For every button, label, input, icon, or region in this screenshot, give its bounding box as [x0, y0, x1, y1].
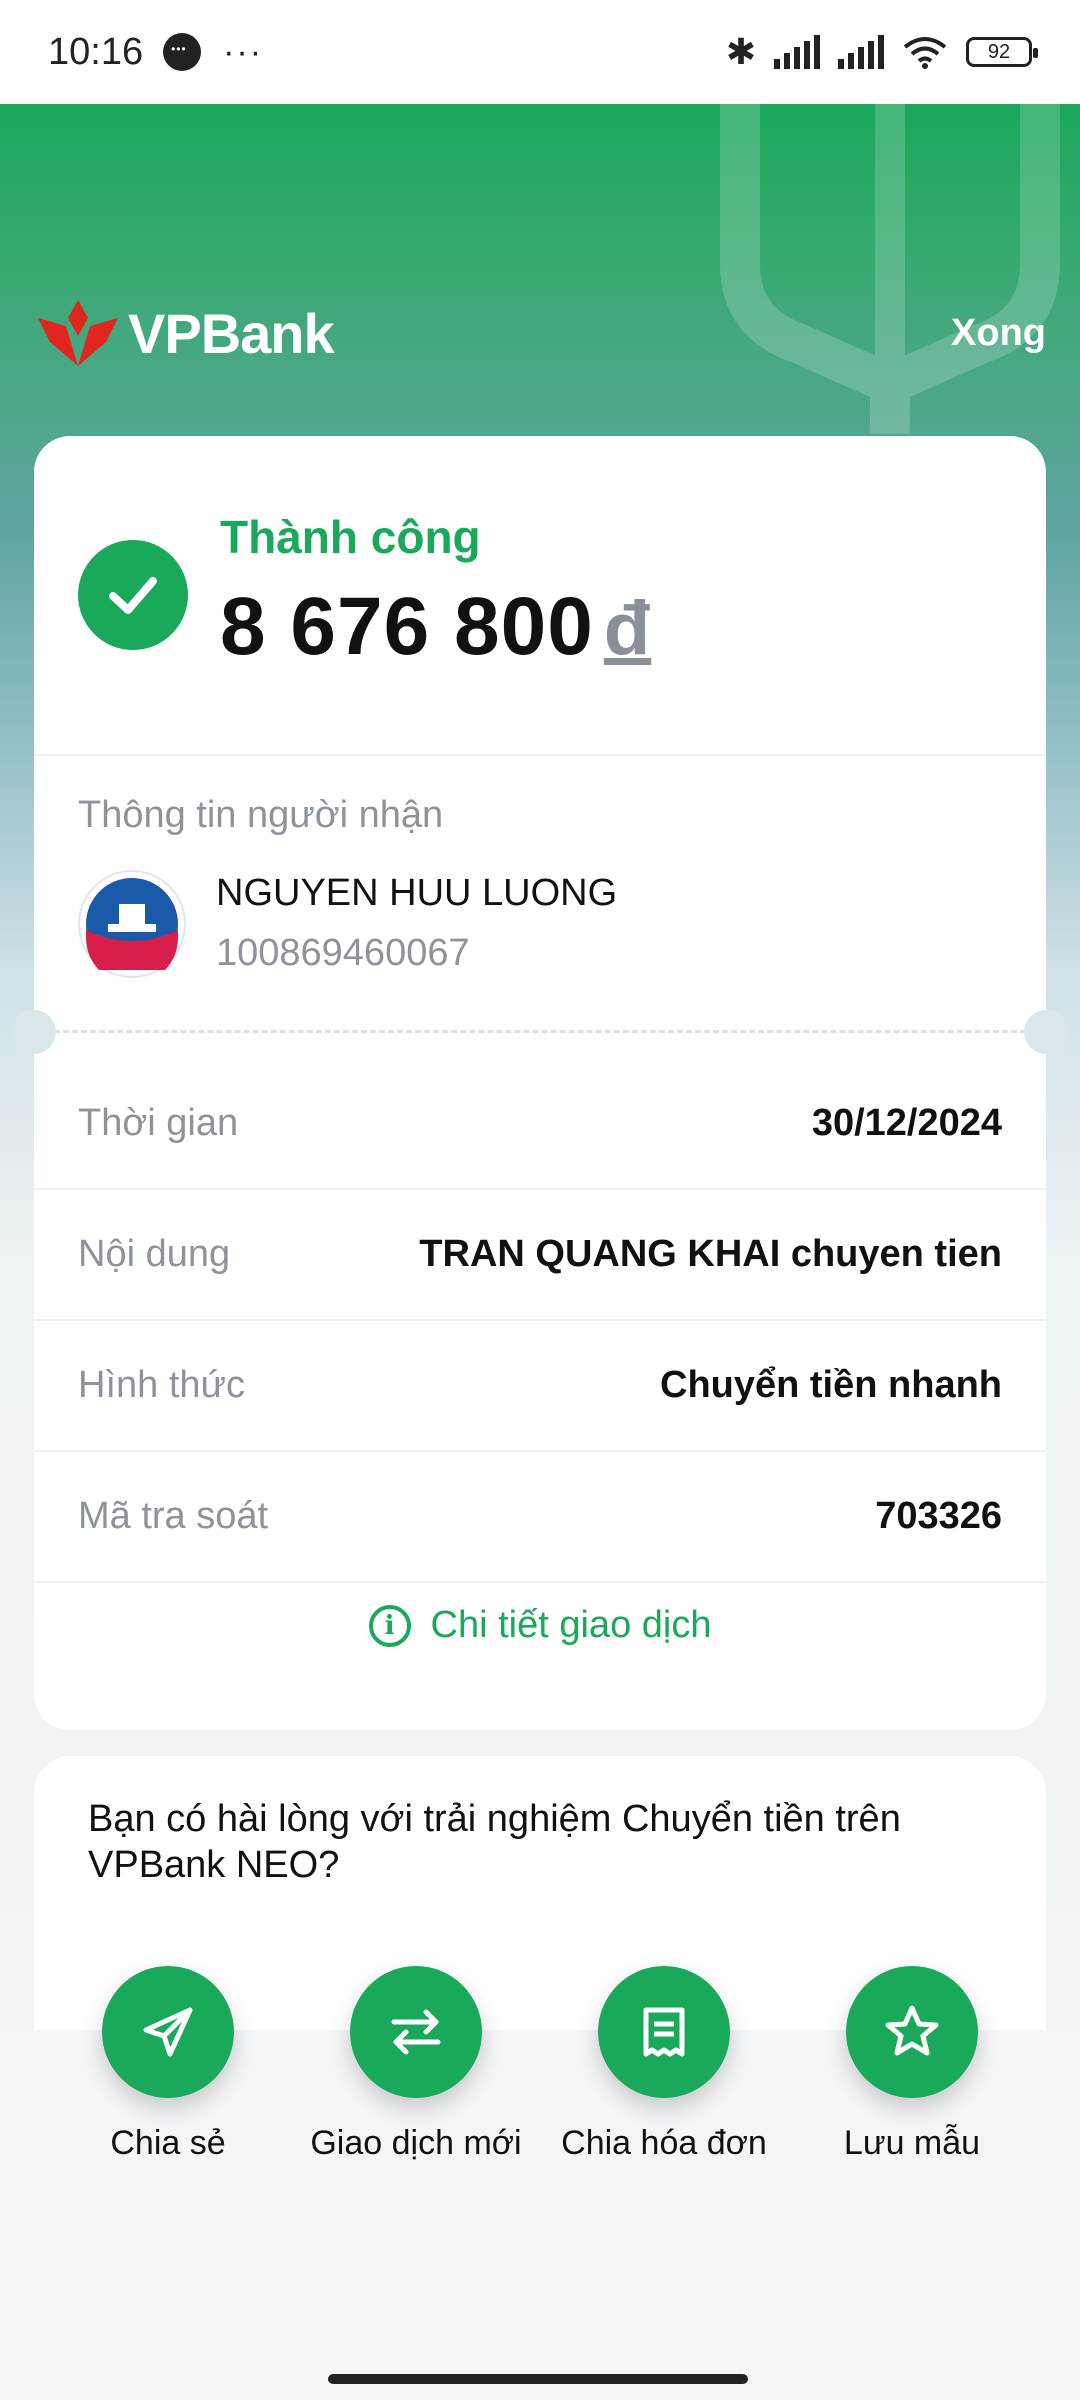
signal-icon: [774, 35, 820, 69]
share-button[interactable]: Chia sẻ: [44, 1966, 292, 2163]
done-button[interactable]: Xong: [951, 312, 1046, 355]
split-bill-button[interactable]: Chia hóa đơn: [540, 1966, 788, 2163]
amount-value: 8 676 800: [220, 581, 594, 672]
recipient-bank-logo: [78, 870, 186, 978]
success-check-icon: [78, 540, 188, 650]
detail-row-time: Thời gian 30/12/2024: [34, 1058, 1046, 1188]
ticket-notch-right: [1024, 1010, 1068, 1054]
save-template-label: Lưu mẫu: [843, 2124, 981, 2162]
save-template-button[interactable]: Lưu mẫu: [788, 1966, 1036, 2163]
dashed-separator: [54, 1030, 1026, 1033]
transaction-details-link[interactable]: i Chi tiết giao dịch: [34, 1604, 1046, 1647]
message-notification-icon: [163, 33, 202, 71]
bill-icon: [598, 1966, 730, 2098]
battery-icon: 92: [966, 37, 1038, 67]
detail-row-trace-code: Mã tra soát 703326: [34, 1451, 1046, 1581]
swap-icon: [350, 1966, 482, 2098]
send-icon: [102, 1966, 234, 2098]
divider: [34, 754, 1046, 756]
vpbank-logo-icon: [38, 300, 118, 366]
status-bar: 10:16 ··· ✱ 92: [0, 0, 1080, 104]
status-time: 10:16: [48, 30, 144, 73]
currency-symbol: đ: [603, 586, 652, 671]
recipient-account-number: 100869460067: [216, 932, 470, 974]
detail-label: Hình thức: [78, 1363, 245, 1406]
bluetooth-icon: ✱: [725, 31, 756, 72]
battery-level: 92: [987, 40, 1011, 63]
detail-label: Mã tra soát: [78, 1494, 269, 1537]
detail-label: Thời gian: [78, 1101, 239, 1144]
detail-value: TRAN QUANG KHAI chuyen tien: [419, 1232, 1002, 1275]
home-indicator[interactable]: [328, 2374, 748, 2384]
wifi-icon: [903, 37, 947, 69]
decorative-leaf-icon: [720, 104, 1060, 434]
ticket-notch-left: [12, 1010, 56, 1054]
new-transaction-label: Giao dịch mới: [310, 2124, 522, 2162]
survey-question: Bạn có hài lòng với trải nghiệm Chuyển t…: [88, 1798, 901, 1886]
detail-value: 30/12/2024: [811, 1101, 1002, 1144]
vpbank-logo: VPBank: [36, 296, 335, 370]
transaction-details-label: Chi tiết giao dịch: [430, 1604, 712, 1646]
brand-name: VPBank: [128, 301, 335, 365]
transaction-receipt-card: Thành công 8 676 800 đ Thông tin người nh…: [12, 436, 1068, 1730]
signal-icon-2: [838, 35, 884, 69]
more-notifications-icon: ···: [223, 32, 264, 71]
detail-row-method: Hình thức Chuyển tiền nhanh: [34, 1320, 1046, 1450]
info-icon: i: [368, 1604, 411, 1647]
divider: [34, 1581, 1046, 1583]
transaction-amount: 8 676 800 đ: [220, 580, 651, 674]
star-icon: [846, 1966, 978, 2098]
share-label: Chia sẻ: [110, 2124, 226, 2162]
new-transaction-button[interactable]: Giao dịch mới: [292, 1966, 540, 2163]
recipient-section-title: Thông tin người nhận: [78, 794, 444, 836]
detail-value: Chuyển tiền nhanh: [660, 1363, 1002, 1406]
detail-label: Nội dung: [78, 1232, 231, 1275]
transaction-status: Thành công: [220, 511, 481, 563]
detail-value: 703326: [875, 1494, 1002, 1537]
detail-row-content: Nội dung TRAN QUANG KHAI chuyen tien: [34, 1189, 1046, 1319]
split-bill-label: Chia hóa đơn: [561, 2124, 767, 2162]
recipient-name: NGUYEN HUU LUONG: [216, 872, 618, 914]
